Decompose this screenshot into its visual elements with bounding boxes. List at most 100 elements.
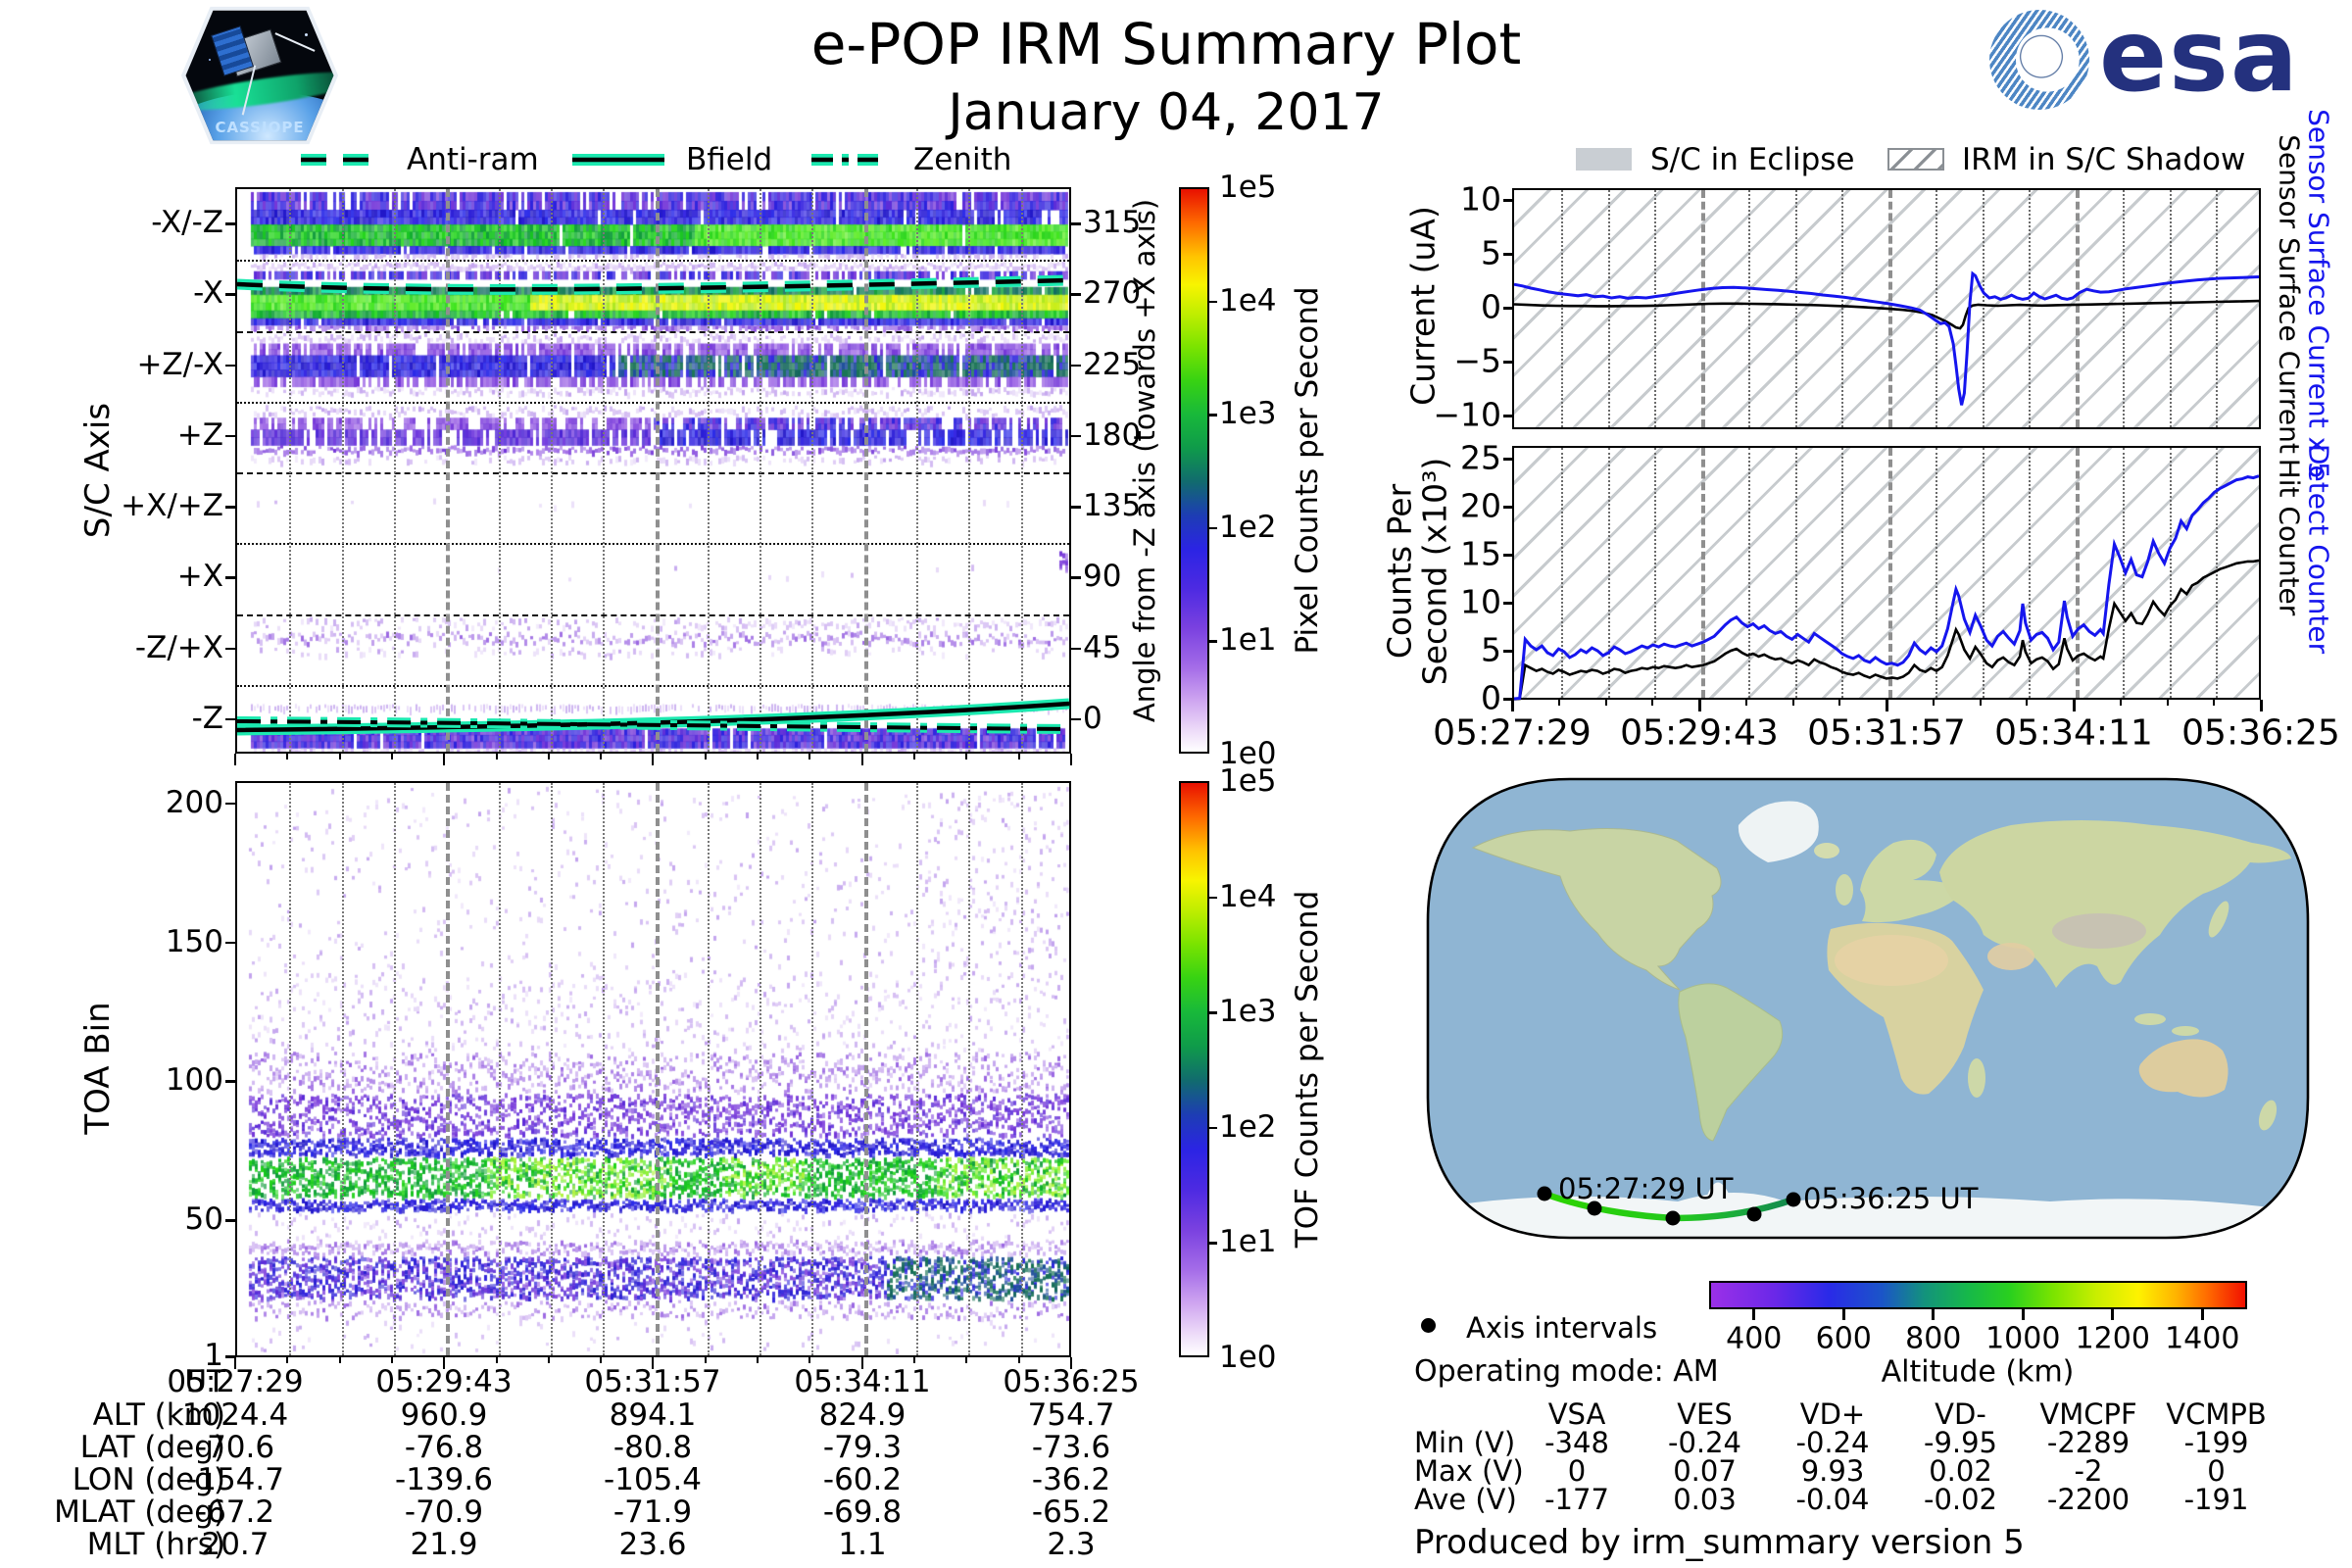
counts-right-label-blue: Detect Counter xyxy=(2302,443,2335,655)
esa-globe-icon xyxy=(1989,10,2089,110)
axis-intervals-label: Axis intervals xyxy=(1466,1311,1658,1345)
voltage-cell: -0.04 xyxy=(1795,1483,1870,1516)
xtick xyxy=(1510,700,1514,711)
spectro1-row-label-+X: +X xyxy=(176,559,223,595)
ytick xyxy=(1071,434,1081,438)
alt-tick xyxy=(2111,1309,2115,1320)
xtick xyxy=(913,754,916,760)
alt-tick-label-400: 400 xyxy=(1726,1321,1783,1356)
ephemeris-cell: -65.2 xyxy=(1031,1494,1111,1530)
alt-tick-label-800: 800 xyxy=(1905,1321,1962,1356)
xtick xyxy=(1744,700,1747,706)
gridline-minor xyxy=(760,783,762,1355)
colorbar-tick-1e4: 1e4 xyxy=(1219,878,1277,914)
ephemeris-cell: -36.2 xyxy=(1031,1462,1111,1497)
xtick xyxy=(1979,700,1982,706)
toa-tick-50: 50 xyxy=(184,1201,223,1238)
ephemeris-cell: -70.6 xyxy=(195,1430,275,1465)
tof-counts-colorbar-title: TOF Counts per Second xyxy=(1290,890,1325,1249)
alt-tick-label-1200: 1200 xyxy=(2075,1321,2150,1356)
angle-tick-90: 90 xyxy=(1083,559,1122,595)
timeseries-xtick-05:29:43: 05:29:43 xyxy=(1620,712,1779,754)
ephemeris-cell: 05:34:11 xyxy=(794,1364,931,1399)
current-ytick-5: 5 xyxy=(1481,233,1501,272)
ytick xyxy=(225,293,235,296)
gridline-major xyxy=(863,783,868,1355)
current-ytick-−10: −10 xyxy=(1433,395,1501,434)
ephemeris-cell: -80.8 xyxy=(612,1430,693,1465)
gridline-major xyxy=(446,783,451,1355)
ytick xyxy=(1071,647,1081,651)
gridline-minor xyxy=(1020,783,1023,1355)
alt-tick xyxy=(2200,1309,2204,1320)
angle-tick-0: 0 xyxy=(1083,700,1102,736)
ephemeris-cell: 23.6 xyxy=(618,1527,687,1562)
ytick xyxy=(225,1080,235,1083)
angle-tick-270: 270 xyxy=(1083,275,1142,312)
xtick xyxy=(495,1357,498,1363)
ephemeris-cell: 21.9 xyxy=(410,1527,478,1562)
ytick xyxy=(1503,415,1512,417)
alt-tick-label-600: 600 xyxy=(1815,1321,1872,1356)
xtick xyxy=(495,754,498,760)
orbit-dot xyxy=(1786,1192,1801,1207)
current-ytick-−5: −5 xyxy=(1453,341,1501,380)
counts-plot xyxy=(1512,446,2261,701)
voltage-cell: -191 xyxy=(2183,1483,2249,1516)
colorbar-tick-1e3: 1e3 xyxy=(1219,396,1277,432)
xtick xyxy=(965,754,968,760)
ytick xyxy=(1071,293,1081,296)
orbit-dot xyxy=(1665,1210,1681,1226)
counts-ylabel-line1: Counts Per xyxy=(1380,483,1419,660)
xtick xyxy=(286,1357,289,1363)
counts-ytick-15: 15 xyxy=(1460,534,1501,573)
current-right-label-blue: Sensor Surface Current x 5 xyxy=(2302,109,2335,479)
xtick xyxy=(1017,754,1020,760)
ephemeris-cell: -105.4 xyxy=(604,1462,702,1497)
cassiope-logo-art: CASSIOPE xyxy=(185,10,334,141)
xtick xyxy=(757,1357,760,1363)
pixel-counts-colorbar-title: Pixel Counts per Second xyxy=(1290,286,1325,655)
ephemeris-cell: -71.9 xyxy=(612,1494,693,1530)
page-title: e-POP IRM Summary Plot xyxy=(810,11,1522,77)
sc-axis-spectrogram-plot xyxy=(235,187,1071,754)
xtick xyxy=(547,754,550,760)
toa-spectrogram-plot xyxy=(235,781,1071,1357)
cbtick xyxy=(1209,414,1217,416)
track-end-label: 05:36:25 UT xyxy=(1803,1182,1979,1215)
track-start-label: 05:27:29 UT xyxy=(1558,1172,1734,1205)
ephemeris-cell: -69.8 xyxy=(822,1494,903,1530)
gridline-minor xyxy=(916,783,919,1355)
ytick xyxy=(1071,364,1081,368)
xtick xyxy=(2166,700,2169,706)
colorbar-tick-1e2: 1e2 xyxy=(1219,1108,1277,1145)
colorbar-tick-1e5: 1e5 xyxy=(1219,763,1277,799)
ytick xyxy=(1071,222,1081,225)
legend-line-bfield xyxy=(572,154,664,166)
xtick xyxy=(390,1357,393,1363)
counts-ytick-20: 20 xyxy=(1460,486,1501,525)
ytick xyxy=(1503,458,1512,461)
ephemeris-cell: -76.8 xyxy=(404,1430,484,1465)
pixel-counts-colorbar xyxy=(1179,187,1209,754)
xtick xyxy=(1932,700,1935,706)
ephemeris-cell: 1024.4 xyxy=(181,1397,289,1433)
orbit-dot xyxy=(1537,1186,1552,1201)
xtick xyxy=(443,754,446,765)
ytick xyxy=(1503,554,1512,557)
xtick xyxy=(2213,700,2216,706)
alt-tick xyxy=(1752,1309,1756,1320)
cbtick xyxy=(1209,526,1217,530)
angle-tick-45: 45 xyxy=(1083,629,1122,665)
current-ytick-10: 10 xyxy=(1460,179,1501,219)
timeseries-xtick-05:34:11: 05:34:11 xyxy=(1994,712,2153,754)
ephemeris-cell: 2.3 xyxy=(1047,1527,1096,1562)
ytick xyxy=(225,506,235,509)
ytick xyxy=(225,647,235,651)
series-sensor-surface-current xyxy=(1513,299,2260,330)
eclipse-label: S/C in Eclipse xyxy=(1650,142,1855,177)
gridline-minor xyxy=(707,783,710,1355)
alt-tick-label-1000: 1000 xyxy=(1985,1321,2061,1356)
voltage-cell: -0.02 xyxy=(1923,1483,1998,1516)
xtick xyxy=(2259,700,2263,711)
